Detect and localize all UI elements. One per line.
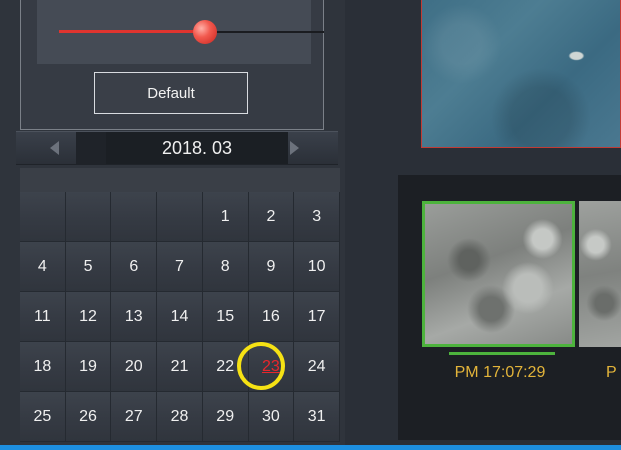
calendar-day[interactable]: 7 bbox=[157, 242, 203, 292]
calendar-day[interactable]: 29 bbox=[202, 392, 249, 442]
calendar-day-number: 6 bbox=[129, 257, 139, 275]
calendar-day[interactable]: 4 bbox=[20, 242, 66, 292]
calendar-day[interactable]: 23 bbox=[248, 342, 295, 392]
weekday-header bbox=[20, 168, 340, 192]
calendar-day[interactable]: 13 bbox=[111, 292, 158, 342]
thumbnail-selected-indicator bbox=[449, 352, 555, 355]
calendar-day-empty bbox=[157, 192, 203, 242]
calendar-day-number: 27 bbox=[124, 407, 143, 425]
calendar-day[interactable]: 14 bbox=[157, 292, 203, 342]
calendar-day-number: 21 bbox=[170, 357, 189, 375]
calendar-day[interactable]: 2 bbox=[248, 192, 295, 242]
slider-panel: Default bbox=[20, 0, 324, 130]
thumbnail-image[interactable] bbox=[579, 201, 621, 347]
calendar-day-number: 9 bbox=[266, 257, 276, 275]
thumbnail-timestamp: P bbox=[606, 364, 617, 381]
calendar-day-number: 31 bbox=[307, 407, 326, 425]
calendar-day[interactable]: 24 bbox=[294, 342, 340, 392]
calendar-day[interactable]: 25 bbox=[20, 392, 66, 442]
calendar-day-number: 7 bbox=[175, 257, 184, 275]
calendar-day-number: 20 bbox=[124, 357, 143, 375]
calendar-day-number: 10 bbox=[307, 257, 326, 275]
calendar-day-number: 30 bbox=[262, 407, 280, 425]
calendar-day-number: 2 bbox=[266, 207, 276, 225]
calendar-day[interactable]: 5 bbox=[65, 242, 112, 292]
calendar-day[interactable]: 12 bbox=[65, 292, 112, 342]
calendar-day[interactable]: 28 bbox=[157, 392, 203, 442]
calendar-day[interactable]: 8 bbox=[202, 242, 249, 292]
calendar-day[interactable]: 19 bbox=[65, 342, 112, 392]
calendar-day-number: 8 bbox=[220, 257, 230, 275]
calendar-day-empty bbox=[65, 192, 112, 242]
calendar-day[interactable]: 18 bbox=[20, 342, 66, 392]
calendar-day[interactable]: 26 bbox=[65, 392, 112, 442]
calendar-day-empty bbox=[111, 192, 158, 242]
month-label: 2018. 03 bbox=[106, 132, 288, 164]
calendar-day-number: 15 bbox=[216, 307, 235, 325]
calendar-day[interactable]: 27 bbox=[111, 392, 158, 442]
slider-thumb[interactable] bbox=[193, 20, 217, 44]
calendar-day-number: 3 bbox=[312, 207, 322, 225]
calendar-day-number: 24 bbox=[307, 357, 326, 375]
calendar-day-number: 4 bbox=[37, 257, 47, 275]
calendar-day-empty bbox=[20, 192, 66, 242]
default-button[interactable]: Default bbox=[94, 72, 248, 114]
thumbnail-image[interactable] bbox=[422, 201, 575, 347]
calendar-day[interactable]: 31 bbox=[294, 392, 340, 442]
calendar-day-number: 25 bbox=[33, 407, 52, 425]
calendar-day-number: 22 bbox=[216, 357, 235, 375]
calendar-day-number: 28 bbox=[170, 407, 189, 425]
calendar-day[interactable]: 16 bbox=[248, 292, 295, 342]
calendar-day-number: 16 bbox=[262, 307, 280, 325]
calendar-day[interactable]: 6 bbox=[111, 242, 158, 292]
main-image-preview[interactable] bbox=[421, 0, 621, 148]
calendar-day-number: 11 bbox=[34, 307, 51, 325]
calendar-day-number: 1 bbox=[220, 207, 230, 225]
slider-track-filled[interactable] bbox=[59, 30, 209, 33]
calendar-day[interactable]: 21 bbox=[157, 342, 203, 392]
calendar-day-number: 14 bbox=[170, 307, 189, 325]
calendar-day-number: 18 bbox=[33, 357, 52, 375]
calendar-day-number: 23 bbox=[262, 357, 280, 375]
calendar-day-number: 19 bbox=[79, 357, 97, 375]
calendar-day[interactable]: 22 bbox=[202, 342, 249, 392]
arrow-right-icon bbox=[290, 141, 299, 155]
calendar-day[interactable]: 20 bbox=[111, 342, 158, 392]
calendar-day-number: 26 bbox=[79, 407, 97, 425]
calendar-day[interactable]: 1 bbox=[202, 192, 249, 242]
calendar-day[interactable]: 17 bbox=[294, 292, 340, 342]
calendar-day-number: 5 bbox=[83, 257, 93, 275]
calendar-day[interactable]: 11 bbox=[20, 292, 66, 342]
calendar-day[interactable]: 15 bbox=[202, 292, 249, 342]
calendar-grid: 1 2 3 4 5 6 7 8 9 10 11 12 13 14 15 16 17 18 19 20 21 22 23 24 2… bbox=[20, 192, 340, 442]
calendar-day-number: 12 bbox=[79, 307, 97, 325]
calendar-day[interactable]: 30 bbox=[248, 392, 295, 442]
month-navigation: 2018. 03 bbox=[16, 131, 338, 165]
calendar-day[interactable]: 10 bbox=[294, 242, 340, 292]
prev-month-button[interactable] bbox=[16, 132, 76, 164]
thumbnail-timestamp: PM 17:07:29 bbox=[454, 364, 546, 381]
calendar-day-number: 13 bbox=[124, 307, 143, 325]
calendar-day[interactable]: 3 bbox=[294, 192, 340, 242]
arrow-left-icon bbox=[50, 141, 59, 155]
calendar-day-number: 29 bbox=[216, 407, 235, 425]
calendar-day[interactable]: 9 bbox=[248, 242, 295, 292]
calendar-day-number: 17 bbox=[307, 307, 326, 325]
bottom-accent-bar bbox=[0, 445, 621, 450]
slider-area bbox=[37, 0, 324, 64]
